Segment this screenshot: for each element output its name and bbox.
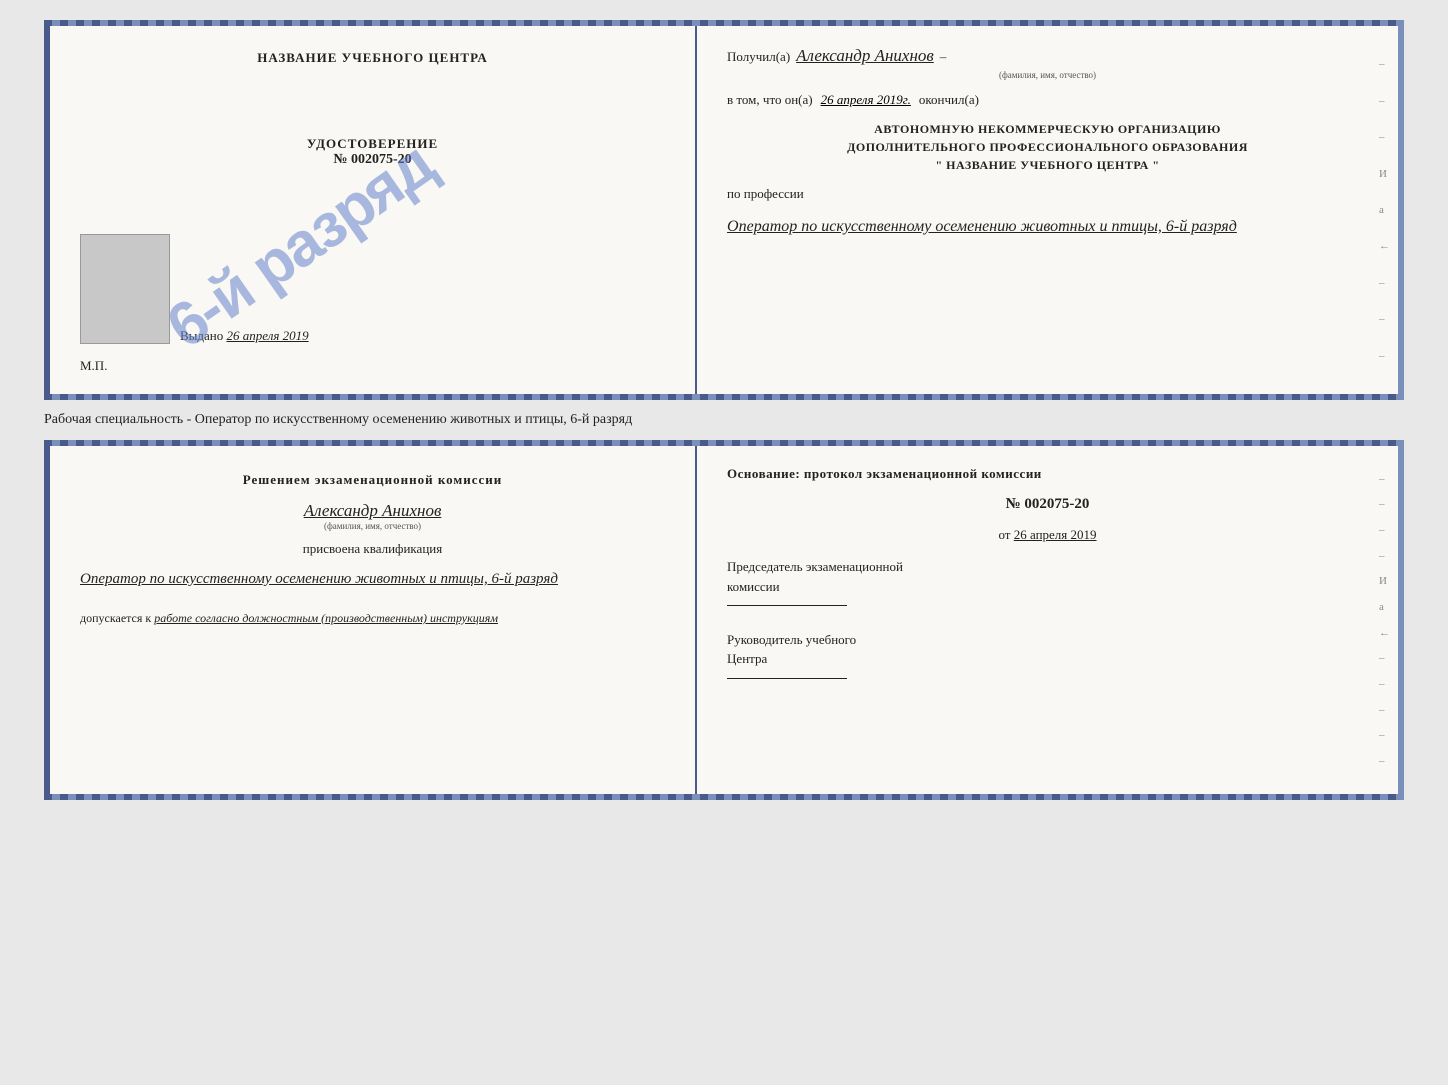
rukovoditel-signature: [727, 678, 847, 679]
cert-number-top: № 002075-20: [307, 152, 438, 168]
ot-date-bottom: от 26 апреля 2019: [727, 527, 1368, 543]
predsedatel-block: Председатель экзаменационной комиссии: [727, 557, 1368, 616]
qualification-text: Оператор по искусственному осеменению жи…: [80, 567, 665, 591]
top-certificate: НАЗВАНИЕ УЧЕБНОГО ЦЕНТРА 6-й разряд УДОС…: [44, 20, 1404, 400]
poluchil-label: Получил(а): [727, 49, 790, 65]
poluchil-name: Александр Анихнов: [796, 46, 934, 66]
predsedatel-signature: [727, 605, 847, 606]
top-cert-right: Получил(а) Александр Анихнов – (фамилия,…: [697, 26, 1398, 394]
top-cert-left: НАЗВАНИЕ УЧЕБНОГО ЦЕНТРА 6-й разряд УДОС…: [50, 26, 697, 394]
dopuskaetsya-text: работе согласно должностным (производств…: [154, 611, 498, 625]
ot-date-value: 26 апреля 2019: [1014, 527, 1097, 542]
bottom-certificate: Решением экзаменационной комиссии Алекса…: [44, 440, 1404, 800]
right-dashes-top: – – – И а ← – – –: [1379, 26, 1390, 394]
mp-label: М.П.: [80, 358, 107, 374]
prisvoena-text: присвоена квалификация: [80, 541, 665, 557]
bottom-cert-right: Основание: протокол экзаменационной коми…: [697, 446, 1398, 794]
po-professii-label: по профессии: [727, 186, 1368, 202]
predsedatel-line1: Председатель экзаменационной: [727, 557, 1368, 577]
document-container: НАЗВАНИЕ УЧЕБНОГО ЦЕНТРА 6-й разряд УДОС…: [44, 20, 1404, 800]
fio-small-top: (фамилия, имя, отчество): [727, 70, 1368, 80]
vydano-date: 26 апреля 2019: [227, 328, 309, 343]
vydano-block: Выдано 26 апреля 2019: [180, 328, 309, 344]
udostoverenie-label: УДОСТОВЕРЕНИЕ: [307, 136, 438, 152]
predsedatel-line2: комиссии: [727, 577, 1368, 597]
rukovoditel-block: Руководитель учебного Центра: [727, 630, 1368, 689]
okончil-label: окончил(а): [919, 92, 979, 108]
vydano-label: Выдано: [180, 328, 223, 343]
dopuskaetsya-block: допускается к работе согласно должностны…: [80, 611, 665, 626]
rukovoditel-line2: Центра: [727, 649, 1368, 669]
right-dashes-bottom: – – – – И а ← – – – – –: [1379, 446, 1390, 794]
protocol-number-bottom: № 002075-20: [727, 496, 1368, 513]
profession-text-top: Оператор по искусственному осеменению жи…: [727, 214, 1368, 240]
person-name-bottom: Александр Анихнов: [80, 501, 665, 521]
vtom-date: 26 апреля 2019г.: [821, 92, 911, 108]
photo-placeholder: [80, 234, 170, 344]
org-line1: АВТОНОМНУЮ НЕКОММЕРЧЕСКУЮ ОРГАНИЗАЦИЮ: [727, 120, 1368, 138]
reshenie-text: Решением экзаменационной комиссии: [80, 470, 665, 491]
ot-label: от: [998, 527, 1010, 542]
middle-label: Рабочая специальность - Оператор по иску…: [44, 408, 632, 432]
dopuskaetsya-label: допускается к: [80, 611, 151, 625]
org-line2: ДОПОЛНИТЕЛЬНОГО ПРОФЕССИОНАЛЬНОГО ОБРАЗО…: [727, 138, 1368, 156]
fio-small-bottom: (фамилия, имя, отчество): [80, 521, 665, 531]
org-block: АВТОНОМНУЮ НЕКОММЕРЧЕСКУЮ ОРГАНИЗАЦИЮ ДО…: [727, 120, 1368, 174]
osnovanie-text: Основание: протокол экзаменационной коми…: [727, 466, 1368, 482]
bottom-cert-left: Решением экзаменационной комиссии Алекса…: [50, 446, 697, 794]
org-line3: " НАЗВАНИЕ УЧЕБНОГО ЦЕНТРА ": [727, 156, 1368, 174]
rukovoditel-line1: Руководитель учебного: [727, 630, 1368, 650]
vtom-label: в том, что он(а): [727, 92, 813, 108]
school-name-top: НАЗВАНИЕ УЧЕБНОГО ЦЕНТРА: [257, 50, 488, 66]
diagonal-stamp: 6-й разряд: [130, 76, 470, 394]
dash1: –: [940, 49, 947, 65]
